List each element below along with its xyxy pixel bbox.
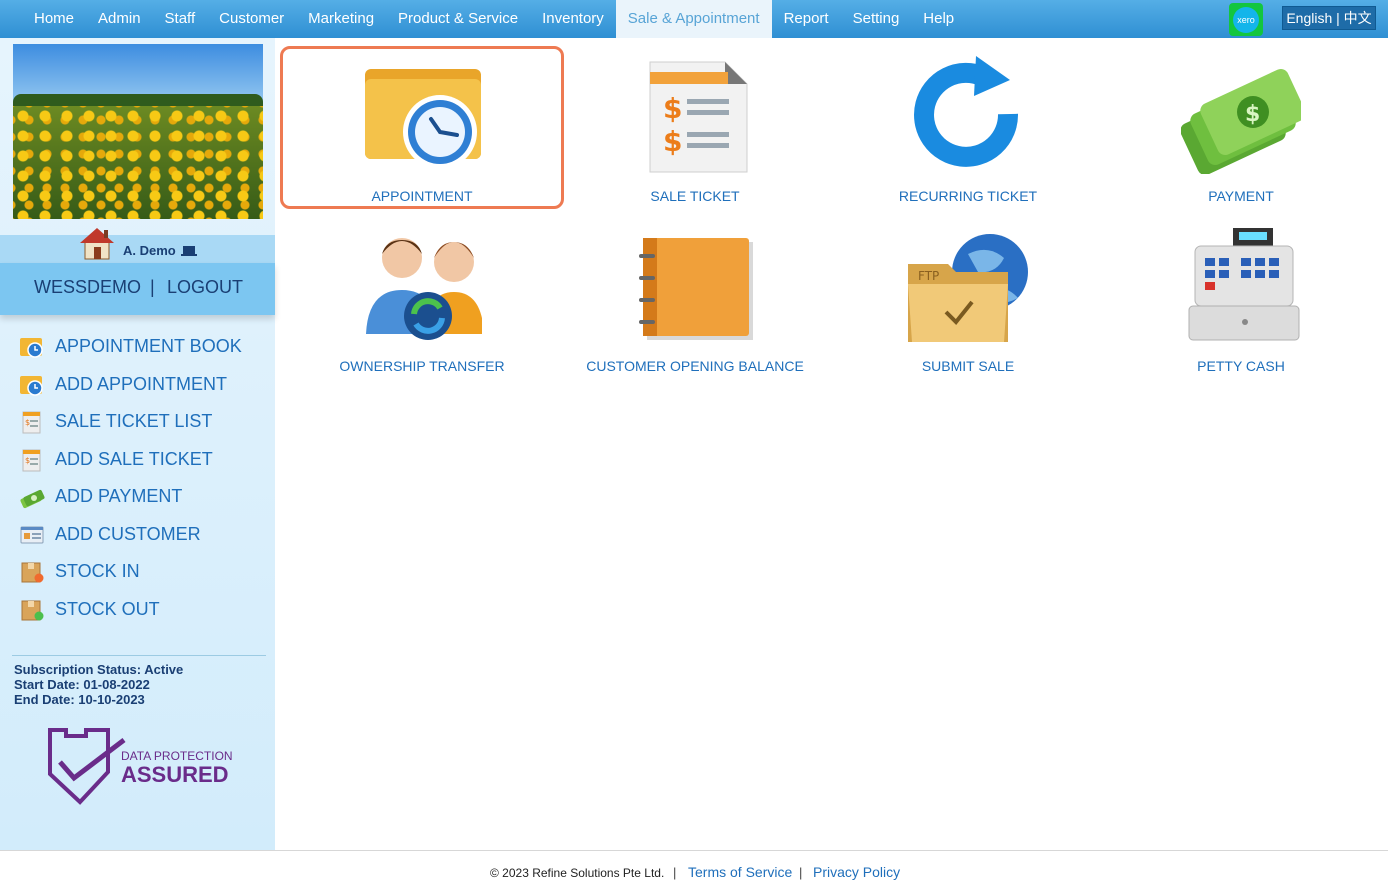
svg-text:$: $	[25, 456, 30, 465]
stock-in-icon	[21, 562, 44, 583]
svg-text:$: $	[663, 125, 682, 158]
sidebar-item-label: ADD APPOINTMENT	[55, 373, 228, 394]
sidebar-item-label: ADD SALE TICKET	[55, 448, 213, 469]
badge-line1: DATA PROTECTION	[121, 749, 233, 763]
cash-register-icon	[1188, 228, 1300, 341]
footer-separator: |	[673, 865, 677, 880]
nav-item-sale-appointment[interactable]: Sale & Appointment	[615, 0, 772, 38]
sidebar-item-label: STOCK OUT	[55, 598, 160, 619]
sale-ticket-icon: $	[22, 449, 41, 471]
privacy-policy-link[interactable]: Privacy Policy	[813, 864, 900, 880]
nav-menu: Home Admin Staff Customer Marketing Prod…	[22, 0, 966, 38]
account-separator: |	[150, 277, 155, 297]
sidebar-item-label: ADD PAYMENT	[55, 486, 183, 506]
profile-banner-image	[13, 44, 263, 219]
footer: © 2023 Refine Solutions Pte Ltd. | Terms…	[0, 850, 1388, 894]
money-stack-icon: $	[1181, 68, 1301, 174]
nav-item-help[interactable]: Help	[911, 0, 966, 38]
stock-out-icon	[21, 600, 44, 620]
xero-button[interactable]: xero	[1229, 3, 1263, 36]
nav-item-customer[interactable]: Customer	[207, 0, 296, 38]
svg-text:$: $	[25, 418, 30, 427]
top-navigation-bar: Home Admin Staff Customer Marketing Prod…	[0, 0, 1388, 38]
language-switcher[interactable]: English | 中文	[1282, 6, 1376, 30]
sidebar-item-stock-in[interactable]: STOCK IN	[18, 553, 268, 591]
sidebar-item-label: APPOINTMENT BOOK	[55, 336, 242, 356]
sidebar-item-label: STOCK IN	[55, 561, 140, 581]
tile-label: SALE TICKET	[650, 188, 740, 204]
sidebar-item-add-payment[interactable]: ADD PAYMENT	[18, 478, 268, 516]
footer-separator: |	[799, 865, 803, 880]
tile-appointment[interactable]: APPOINTMENT	[280, 46, 564, 209]
sidebar-item-label: SALE TICKET LIST	[55, 411, 213, 431]
nav-item-marketing[interactable]: Marketing	[296, 0, 386, 38]
people-transfer-icon	[366, 238, 482, 340]
tile-sale-ticket[interactable]: $ $ SALE TICKET	[560, 46, 830, 206]
nav-item-staff[interactable]: Staff	[153, 0, 208, 38]
account-bar: WESSDEMO | LOGOUT	[0, 263, 275, 315]
nav-item-admin[interactable]: Admin	[86, 0, 153, 38]
recurring-arrow-icon	[914, 56, 1019, 167]
svg-text:$: $	[663, 92, 682, 125]
sidebar-menu: APPOINTMENT BOOK ADD APPOINTMENT $ SALE …	[18, 328, 268, 628]
ftp-folder-icon: FTP	[908, 234, 1028, 342]
terms-of-service-link[interactable]: Terms of Service	[688, 864, 792, 880]
nav-item-home[interactable]: Home	[22, 0, 86, 38]
tile-label: PETTY CASH	[1197, 358, 1285, 374]
nav-item-setting[interactable]: Setting	[841, 0, 912, 38]
tile-payment[interactable]: $ PAYMENT	[1106, 46, 1376, 206]
sidebar-item-add-customer[interactable]: ADD CUSTOMER	[18, 516, 268, 554]
sidebar-item-sale-ticket-list[interactable]: $ SALE TICKET LIST	[18, 403, 268, 441]
copyright-text: © 2023 Refine Solutions Pte Ltd.	[490, 866, 665, 880]
tile-label: APPOINTMENT	[371, 188, 473, 204]
tile-label: PAYMENT	[1208, 188, 1274, 204]
sale-ticket-document-icon: $ $	[649, 61, 748, 173]
svg-text:FTP: FTP	[918, 269, 939, 283]
appointment-folder-icon	[365, 69, 481, 169]
account-name-link[interactable]: WESSDEMO	[34, 277, 141, 298]
money-icon	[20, 489, 45, 509]
nav-item-inventory[interactable]: Inventory	[530, 0, 616, 38]
notebook-icon	[639, 238, 753, 340]
appointment-icon	[20, 375, 43, 396]
badge-line2: ASSURED	[121, 762, 229, 787]
tile-customer-opening-balance[interactable]: CUSTOMER OPENING BALANCE	[560, 216, 830, 376]
house-icon	[80, 228, 114, 260]
tile-label: RECURRING TICKET	[898, 188, 1038, 204]
sidebar-divider	[12, 655, 266, 656]
sidebar-item-appointment-book[interactable]: APPOINTMENT BOOK	[18, 328, 268, 366]
tile-submit-sale[interactable]: FTP SUBMIT SALE	[833, 216, 1103, 376]
tile-ownership-transfer[interactable]: OWNERSHIP TRANSFER	[287, 216, 557, 376]
subscription-end-date: End Date: 10-10-2023	[14, 692, 145, 707]
tile-label: CUSTOMER OPENING BALANCE	[586, 358, 804, 374]
tile-label: SUBMIT SALE	[921, 358, 1015, 374]
tile-petty-cash[interactable]: PETTY CASH	[1106, 216, 1376, 376]
sidebar-item-label: ADD CUSTOMER	[55, 523, 201, 544]
sale-ticket-icon: $	[22, 411, 41, 434]
logout-link[interactable]: LOGOUT	[167, 277, 243, 298]
nav-item-report[interactable]: Report	[772, 0, 841, 38]
customer-card-icon	[20, 526, 44, 543]
sidebar-item-add-appointment[interactable]: ADD APPOINTMENT	[18, 366, 268, 404]
laptop-icon[interactable]	[181, 245, 197, 257]
data-protection-badge: DATA PROTECTION ASSURED	[48, 728, 233, 805]
nav-item-product-service[interactable]: Product & Service	[386, 0, 530, 38]
tile-recurring-ticket[interactable]: RECURRING TICKET	[833, 46, 1103, 206]
sidebar: A. Demo WESSDEMO | LOGOUT APPOINTMENT BO…	[0, 38, 275, 850]
svg-text:$: $	[1245, 102, 1260, 127]
appointment-icon	[20, 338, 43, 358]
sidebar-item-stock-out[interactable]: STOCK OUT	[18, 591, 268, 629]
subscription-start-date: Start Date: 01-08-2022	[14, 677, 150, 692]
xero-logo-icon: xero	[1233, 7, 1259, 33]
user-name: A. Demo	[123, 243, 176, 258]
sidebar-item-add-sale-ticket[interactable]: $ ADD SALE TICKET	[18, 441, 268, 479]
tile-label: OWNERSHIP TRANSFER	[339, 358, 505, 374]
subscription-status: Subscription Status: Active	[14, 662, 184, 677]
